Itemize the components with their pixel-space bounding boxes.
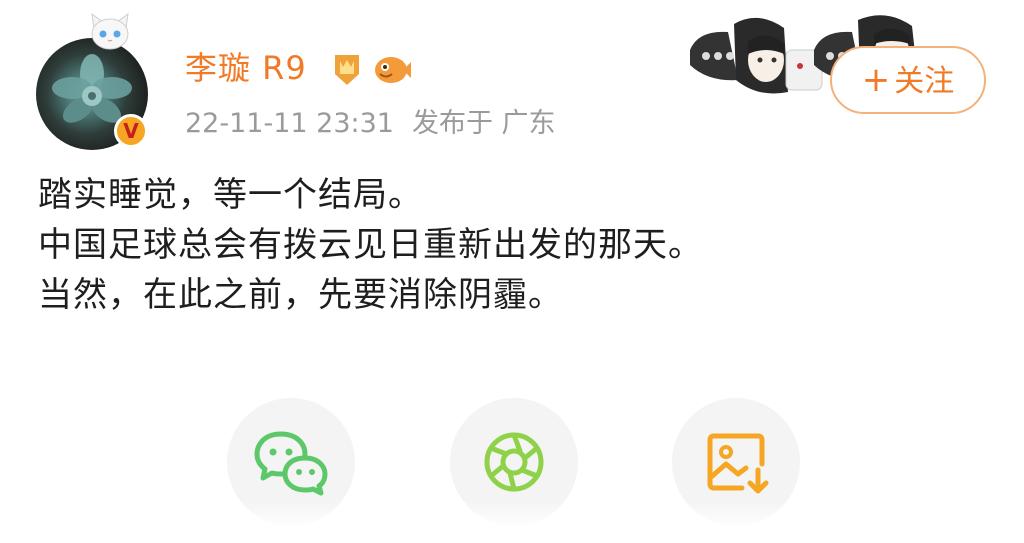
post-text-line: 踏实睡觉，等一个结局。 — [38, 175, 423, 215]
author-avatar[interactable]: V — [36, 38, 148, 150]
author-name[interactable]: 李璇 R9 — [185, 48, 307, 88]
follow-button[interactable]: + 关注 — [830, 46, 986, 114]
plus-icon: + — [861, 60, 891, 100]
post-text-line: 当然，在此之前，先要消除阴霾。 — [38, 275, 563, 315]
post-meta: 22-11-11 23:31 发布于 广东 — [185, 106, 556, 142]
post-timestamp: 22-11-11 23:31 — [185, 108, 394, 139]
bottom-fade — [0, 500, 1024, 543]
orange-fish-badge-icon — [375, 57, 411, 83]
verified-badge: V — [114, 114, 148, 148]
gold-crown-badge-icon — [335, 55, 359, 85]
post-location: 发布于 广东 — [411, 108, 556, 139]
post-content: 踏实睡觉，等一个结局。 中国足球总会有拨云见日重新出发的那天。 当然，在此之前，… — [38, 170, 998, 320]
post-text-line: 中国足球总会有拨云见日重新出发的那天。 — [38, 225, 703, 265]
follow-label: 关注 — [894, 64, 955, 99]
cat-avatar-pendant-icon — [91, 12, 129, 50]
